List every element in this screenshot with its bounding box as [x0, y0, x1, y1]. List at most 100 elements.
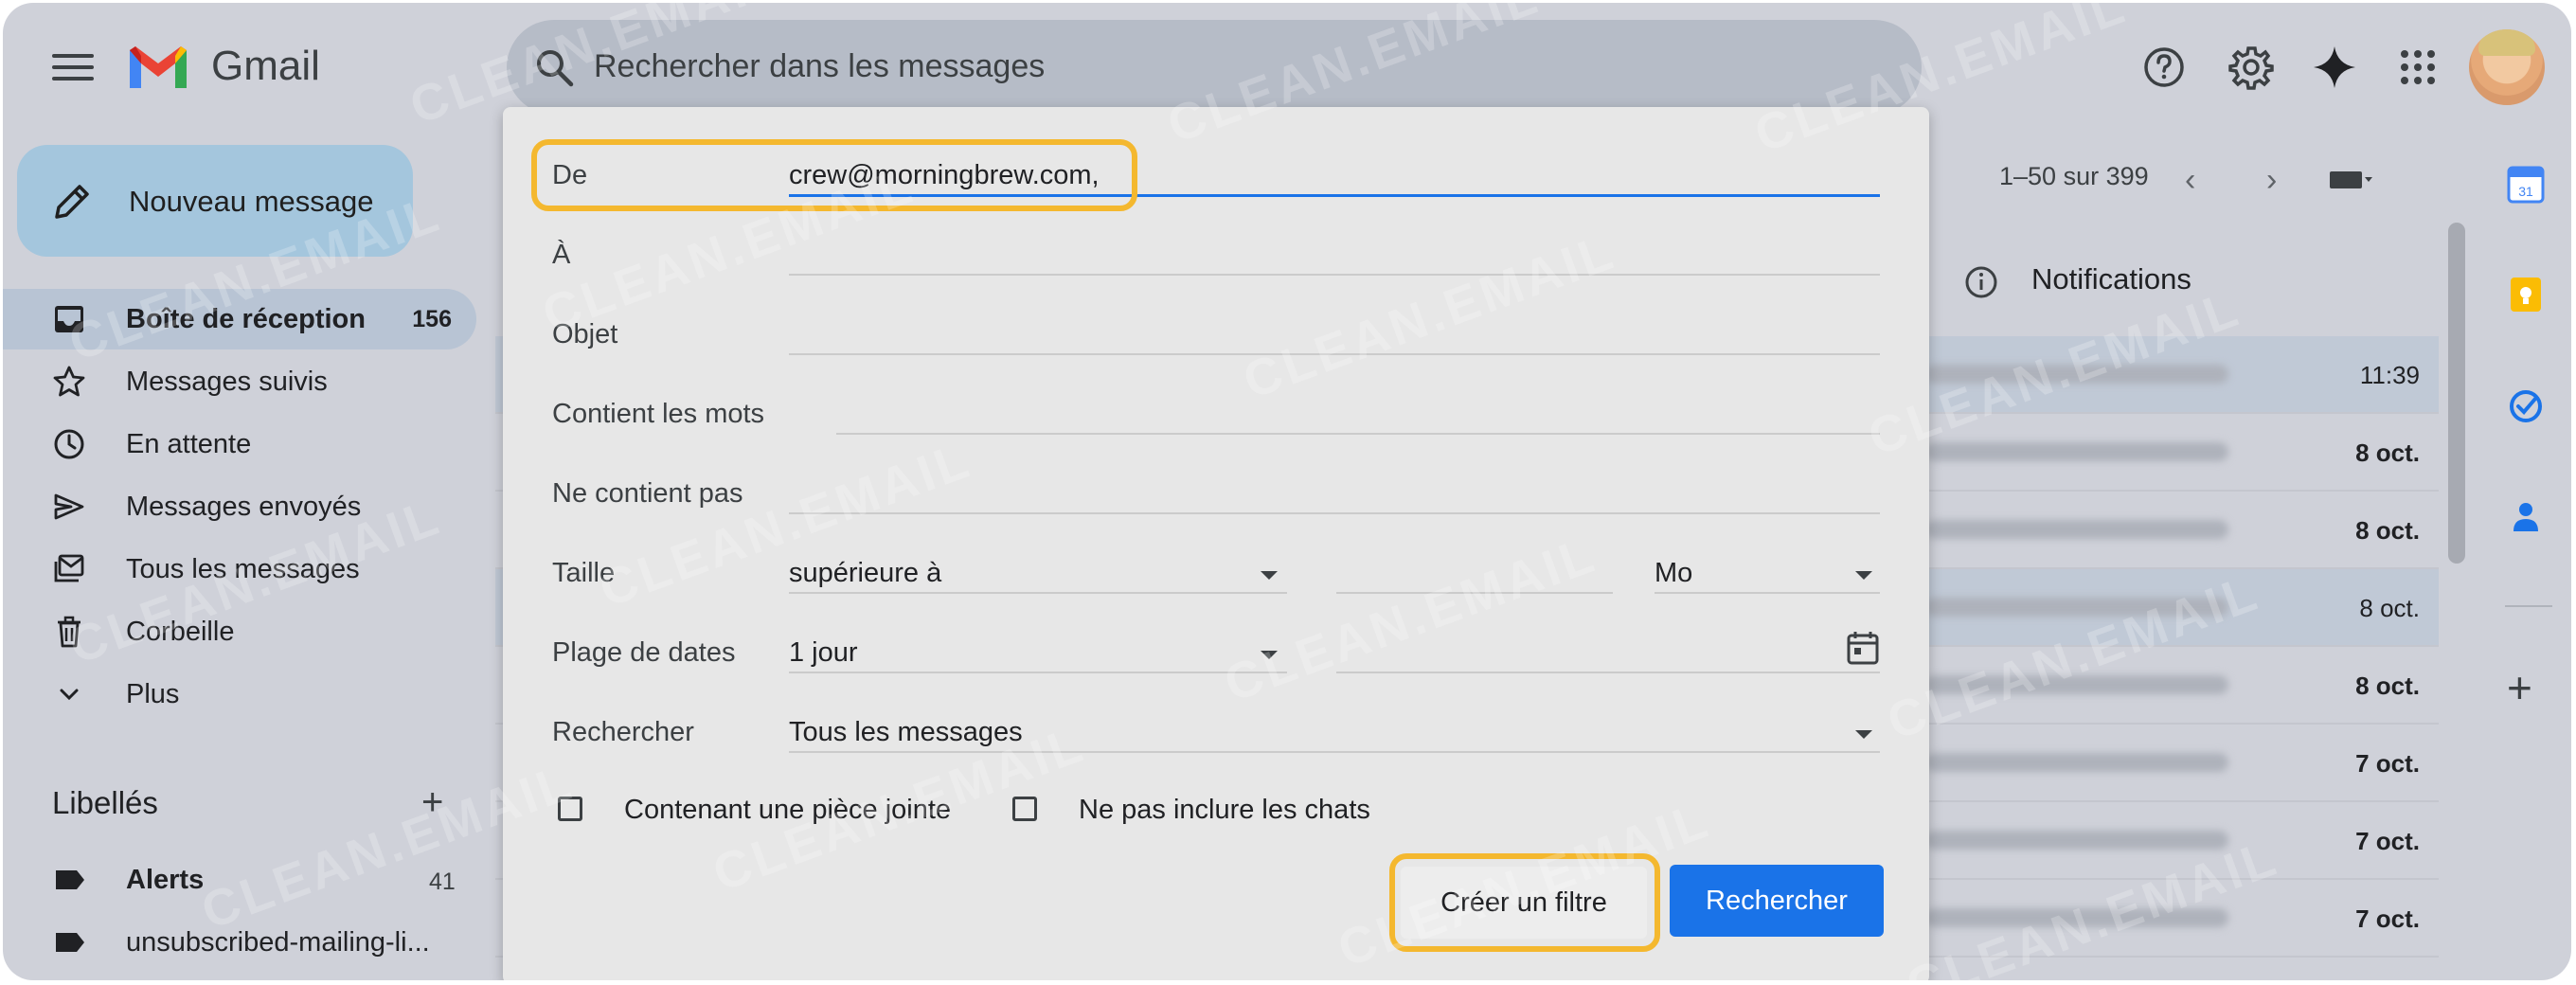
side-panel-divider	[2505, 605, 2552, 607]
clock-icon	[54, 429, 84, 459]
sidebar-item-inbox[interactable]: Boîte de réception 156	[3, 289, 476, 349]
sidebar-item-more[interactable]: Plus	[3, 664, 476, 725]
has-attachment-label: Contenant une pièce jointe	[624, 795, 952, 825]
subject-field[interactable]	[789, 353, 1880, 355]
size-value-field[interactable]	[1336, 592, 1613, 594]
has-words-field[interactable]	[836, 433, 1880, 435]
compose-label: Nouveau message	[129, 185, 374, 218]
chevron-right-icon[interactable]: ›	[2266, 162, 2277, 199]
sidebar-item-label: Plus	[126, 679, 180, 709]
label-item-alerts[interactable]: Alerts 41	[3, 851, 476, 908]
date-range-label: Plage de dates	[552, 637, 736, 668]
search-bar[interactable]: Rechercher dans les messages	[507, 20, 1922, 115]
email-date: 8 oct.	[2355, 439, 2420, 467]
add-addon-plus-icon[interactable]: +	[2507, 662, 2532, 713]
pagination-text: 1–50 sur 399	[1999, 162, 2149, 190]
subject-label: Objet	[552, 319, 618, 349]
doesnt-have-field[interactable]	[789, 512, 1880, 514]
has-attachment-checkbox[interactable]	[558, 797, 582, 821]
search-in-label: Rechercher	[552, 717, 694, 747]
sidebar-item-label: Corbeille	[126, 617, 235, 647]
date-range-select[interactable]: 1 jour	[789, 637, 858, 669]
advanced-search-dialog: De crew@morningbrew.com, À Objet Contien…	[503, 107, 1929, 980]
email-date: 7 oct.	[2355, 827, 2420, 855]
compose-button[interactable]: Nouveau message	[17, 145, 413, 257]
list-scrollbar[interactable]	[2448, 223, 2465, 564]
help-icon[interactable]	[2139, 43, 2189, 92]
label-tag-icon	[56, 933, 84, 952]
email-date: 8 oct.	[2359, 594, 2420, 622]
to-label: À	[552, 240, 571, 270]
labels-section-title: Libellés	[52, 785, 158, 820]
sidebar-item-starred[interactable]: Messages suivis	[3, 351, 476, 412]
contacts-app-icon[interactable]	[2505, 495, 2547, 537]
account-avatar[interactable]	[2469, 29, 2545, 105]
gmail-logo-icon	[130, 46, 187, 88]
doesnt-have-label: Ne contient pas	[552, 478, 743, 509]
label-item-unsubscribed[interactable]: unsubscribed-mailing-li...	[3, 914, 476, 971]
calendar-icon[interactable]	[1846, 630, 1880, 666]
search-in-select[interactable]: Tous les messages	[789, 717, 1023, 748]
notifications-category[interactable]: Notifications	[2031, 262, 2191, 296]
email-date: 7 oct.	[2355, 749, 2420, 778]
label-count: 41	[429, 869, 456, 895]
tasks-app-icon[interactable]	[2505, 385, 2547, 427]
chevron-down-icon	[60, 689, 79, 701]
svg-text:31: 31	[2518, 184, 2533, 199]
sidebar-item-trash[interactable]: Corbeille	[3, 601, 476, 662]
size-unit-select[interactable]: Mo	[1655, 558, 1692, 589]
keyboard-icon[interactable]	[2329, 168, 2372, 192]
date-range-underline	[789, 672, 1287, 673]
dropdown-arrow-icon[interactable]	[1855, 730, 1872, 739]
exclude-chats-label: Ne pas inclure les chats	[1079, 795, 1370, 825]
sidebar-item-label: Messages suivis	[126, 367, 328, 397]
chevron-left-icon[interactable]: ‹	[2185, 162, 2195, 199]
search-placeholder: Rechercher dans les messages	[594, 48, 1046, 84]
send-icon	[54, 493, 84, 520]
exclude-chats-checkbox[interactable]	[1012, 797, 1037, 821]
all-mail-icon	[54, 554, 84, 582]
search-icon[interactable]	[533, 46, 575, 88]
size-operator-underline	[789, 592, 1287, 594]
dropdown-arrow-icon[interactable]	[1261, 571, 1278, 580]
gmail-window: Gmail Rechercher dans les messages Nouve…	[3, 3, 2571, 980]
pencil-icon	[55, 185, 89, 219]
email-date: 7 oct.	[2355, 904, 2420, 933]
star-icon	[53, 366, 85, 397]
trash-icon	[58, 616, 80, 648]
apps-grid-icon[interactable]	[2393, 43, 2442, 92]
from-highlight-frame	[531, 139, 1137, 211]
size-unit-underline	[1655, 592, 1880, 594]
calendar-app-icon[interactable]: 31	[2505, 164, 2547, 206]
sidebar-item-label: Tous les messages	[126, 554, 360, 584]
gemini-sparkle-icon[interactable]	[2310, 43, 2359, 92]
settings-gear-icon[interactable]	[2227, 43, 2276, 92]
unread-count: 156	[412, 306, 452, 332]
size-label: Taille	[552, 558, 616, 588]
gmail-wordmark: Gmail	[211, 43, 320, 89]
dropdown-arrow-icon[interactable]	[1855, 571, 1872, 580]
sidebar-item-snoozed[interactable]: En attente	[3, 414, 476, 475]
to-field[interactable]	[789, 274, 1880, 276]
label-name: unsubscribed-mailing-li...	[126, 927, 430, 958]
sidebar-item-all-mail[interactable]: Tous les messages	[3, 539, 476, 600]
has-words-label: Contient les mots	[552, 399, 765, 429]
label-name: Alerts	[126, 865, 205, 895]
sidebar-item-sent[interactable]: Messages envoyés	[3, 476, 476, 537]
email-date: 8 oct.	[2355, 672, 2420, 700]
inbox-icon	[55, 306, 83, 332]
sidebar-item-label: En attente	[126, 429, 252, 459]
email-date: 8 oct.	[2355, 516, 2420, 545]
search-in-underline	[789, 751, 1880, 753]
main-menu-icon[interactable]	[52, 48, 94, 90]
keep-app-icon[interactable]	[2505, 274, 2547, 315]
email-date: 11:39	[2359, 361, 2420, 389]
date-field[interactable]	[1336, 672, 1880, 673]
dropdown-arrow-icon[interactable]	[1261, 651, 1278, 659]
add-label-plus-icon[interactable]: +	[421, 781, 443, 824]
label-tag-icon	[56, 870, 84, 889]
info-icon	[1965, 266, 1997, 298]
search-button[interactable]: Rechercher	[1670, 865, 1884, 937]
size-operator-select[interactable]: supérieure à	[789, 558, 941, 589]
sidebar-item-label: Messages envoyés	[126, 492, 362, 522]
